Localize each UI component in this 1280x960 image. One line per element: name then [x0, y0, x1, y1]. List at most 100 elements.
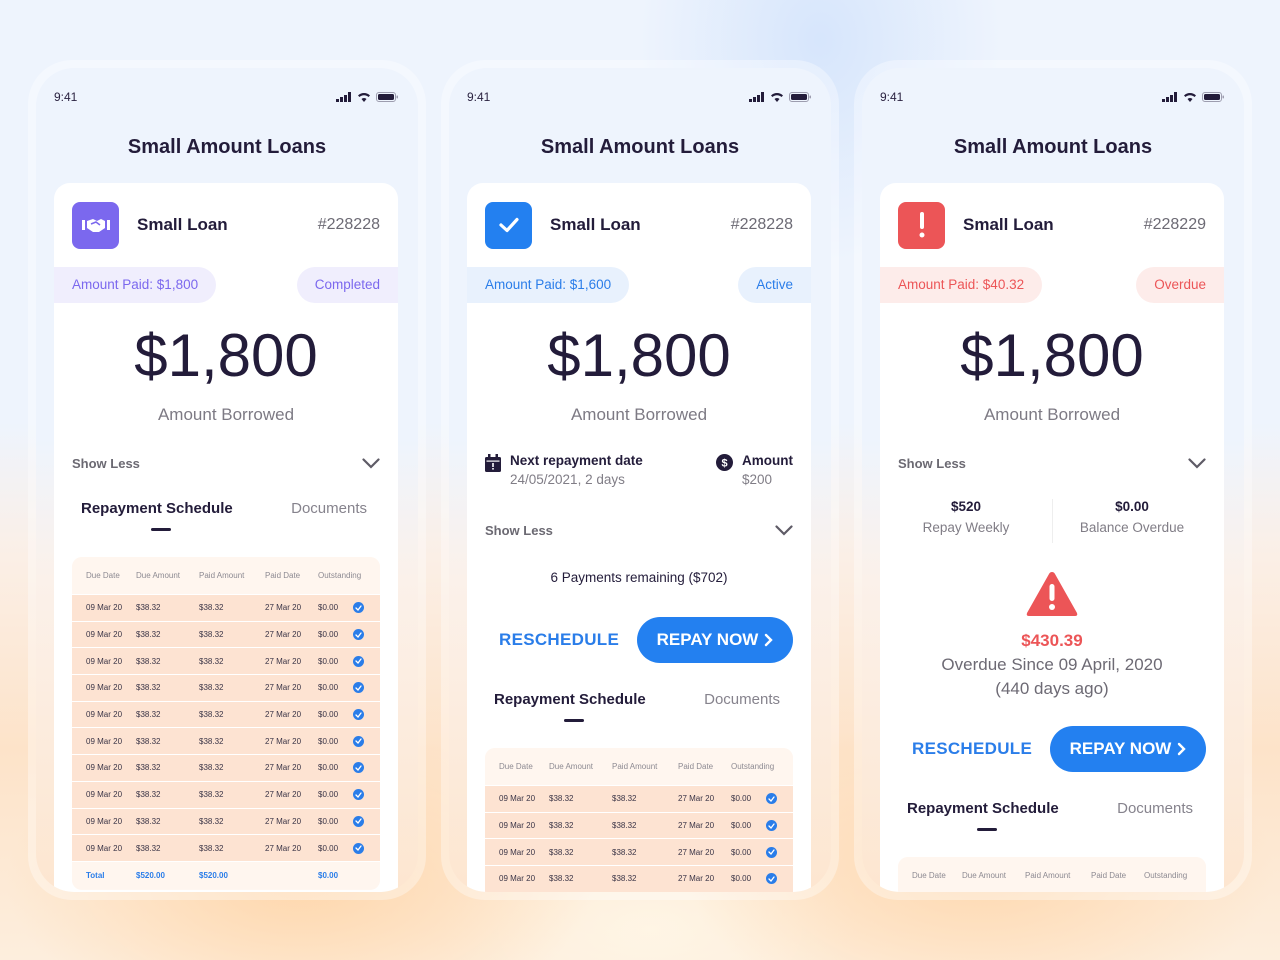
table-cell: 27 Mar 20	[678, 821, 715, 831]
column-header: Due Amount	[549, 762, 594, 771]
loan-name: Small Loan	[963, 215, 1054, 234]
card-header: Small Loan #228228	[72, 201, 380, 249]
check-circle-icon	[353, 762, 364, 774]
status-badge: Completed	[296, 267, 398, 303]
tab-documents[interactable]: Documents	[1117, 800, 1193, 817]
table-cell: 09 Mar 20	[499, 821, 536, 831]
status-bar: 9:41	[54, 90, 398, 104]
column-header: Due Amount	[136, 571, 181, 580]
column-header: Paid Date	[265, 571, 301, 580]
table-cell: 09 Mar 20	[86, 816, 123, 826]
tab-documents[interactable]: Documents	[291, 500, 367, 517]
table-cell: 09 Mar 20	[86, 843, 123, 853]
status-time: 9:41	[54, 90, 78, 104]
amount-borrowed-value: $1,800	[547, 322, 731, 389]
card-header: Small Loan #228228	[485, 201, 793, 249]
table-row[interactable]: 09 Mar 20 $38.32 $38.32 27 Mar 20 $0.00	[485, 866, 793, 892]
show-less-toggle[interactable]: Show Less	[485, 520, 793, 540]
check-circle-icon	[353, 629, 364, 641]
table-row[interactable]: 09 Mar 20 $38.32 $38.32 27 Mar 20 $0.00	[72, 648, 380, 676]
table-cell: 09 Mar 20	[86, 763, 123, 773]
table-row[interactable]: 09 Mar 20 $38.32 $38.32 27 Mar 20 $0.00	[72, 728, 380, 756]
table-cell: $0.00	[318, 790, 339, 800]
tab-active-indicator	[977, 828, 997, 831]
table-cell: $38.32	[136, 603, 161, 613]
table-cell: $0.00	[318, 736, 339, 746]
signal-icon	[336, 92, 351, 102]
table-row[interactable]: 09 Mar 20 $38.32 $38.32 27 Mar 20 $0.00	[72, 621, 380, 649]
tab-repayment-schedule[interactable]: Repayment Schedule	[81, 500, 233, 517]
stat-value: $0.00	[1115, 499, 1149, 514]
check-circle-icon	[353, 735, 364, 747]
table-cell: $38.32	[549, 821, 574, 831]
chevron-down-icon	[775, 524, 793, 536]
check-circle-icon	[353, 602, 364, 614]
total-cell: $520.00	[199, 870, 228, 880]
table-cell: $38.32	[136, 816, 161, 826]
exclamation-icon	[919, 212, 924, 238]
table-row[interactable]: 09 Mar 20 $38.32 $38.32 27 Mar 20 $0.00	[72, 835, 380, 862]
chevron-right-icon	[765, 633, 774, 647]
screen-title: Small Amount Loans	[953, 136, 1153, 158]
column-header: Due Date	[912, 871, 946, 880]
table-row[interactable]: 09 Mar 20 $38.32 $38.32 27 Mar 20 $0.00	[72, 701, 380, 729]
payments-remaining: 6 Payments remaining ($702)	[550, 570, 728, 585]
table-row[interactable]: 09 Mar 20 $38.32 $38.32 27 Mar 20 $0.00	[72, 781, 380, 809]
loan-card: Small Loan #228228 Amount Paid: $1,800 C…	[54, 183, 398, 892]
warning-triangle-icon	[1026, 572, 1078, 616]
check-circle-icon	[766, 846, 777, 858]
table-row[interactable]: 09 Mar 20 $38.32 $38.32 27 Mar 20 $0.00	[72, 595, 380, 622]
table-cell: $38.32	[199, 656, 224, 666]
reschedule-button[interactable]: RESCHEDULE	[499, 617, 619, 663]
table-cell: $38.32	[136, 630, 161, 640]
phone-completed: 9:41 Small Amount Loans Small Loan #2282…	[28, 60, 426, 900]
table-cell: $38.32	[199, 763, 224, 773]
tab-repayment-schedule[interactable]: Repayment Schedule	[494, 691, 646, 708]
screen-title: Small Amount Loans	[540, 136, 740, 158]
tabs: Repayment Schedule Documents	[485, 691, 793, 731]
table-cell: 27 Mar 20	[265, 816, 302, 826]
table-cell: 09 Mar 20	[86, 656, 123, 666]
table-cell: $0.00	[318, 763, 339, 773]
table-cell: 09 Mar 20	[86, 630, 123, 640]
repay-amount-title: Amount	[742, 453, 793, 468]
table-cell: $38.32	[612, 794, 637, 804]
table-cell: 09 Mar 20	[86, 710, 123, 720]
table-row[interactable]: 09 Mar 20 $38.32 $38.32 27 Mar 20 $0.00	[72, 755, 380, 782]
table-row[interactable]: 09 Mar 20 $38.32 $38.32 27 Mar 20 $0.00	[485, 839, 793, 867]
table-cell: $0.00	[731, 821, 752, 831]
amount-borrowed-label: Amount Borrowed	[983, 405, 1121, 424]
table-row[interactable]: 09 Mar 20 $38.32 $38.32 27 Mar 20 $0.00	[485, 812, 793, 840]
tab-active-indicator	[564, 719, 584, 722]
table-cell: 09 Mar 20	[499, 874, 536, 884]
show-less-toggle[interactable]: Show Less	[898, 453, 1206, 473]
table-cell: $38.32	[199, 710, 224, 720]
repay-now-button[interactable]: REPAY NOW	[1050, 726, 1206, 772]
show-less-toggle[interactable]: Show Less	[72, 453, 380, 473]
table-row[interactable]: 09 Mar 20 $38.32 $38.32 27 Mar 20 $0.00	[485, 786, 793, 813]
overdue-amount: $430.39	[1021, 631, 1083, 650]
table-row[interactable]: 09 Mar 20 $38.32 $38.32 27 Mar 20 $0.00	[72, 808, 380, 836]
table-row[interactable]: 09 Mar 20 $38.32 $38.32 27 Mar 20 $0.00	[72, 675, 380, 702]
column-header: Due Amount	[962, 871, 1007, 880]
svg-text:$: $	[721, 458, 727, 470]
reschedule-button[interactable]: RESCHEDULE	[912, 726, 1032, 772]
table-cell: $38.32	[136, 843, 161, 853]
handshake-icon	[81, 219, 110, 232]
column-header: Due Date	[86, 571, 120, 580]
check-icon	[498, 217, 519, 233]
column-header: Paid Amount	[612, 762, 658, 771]
check-circle-icon	[766, 820, 777, 832]
table-cell: $38.32	[136, 790, 161, 800]
show-less-label: Show Less	[485, 522, 553, 538]
tab-repayment-schedule[interactable]: Repayment Schedule	[907, 800, 1059, 817]
tab-documents[interactable]: Documents	[704, 691, 780, 708]
signal-icon	[749, 92, 764, 102]
repay-now-button[interactable]: REPAY NOW	[637, 617, 793, 663]
table-cell: $0.00	[318, 603, 339, 613]
column-header: Paid Amount	[1025, 871, 1071, 880]
table-cell: 27 Mar 20	[678, 794, 715, 804]
table-cell: $0.00	[731, 847, 752, 857]
loan-name: Small Loan	[550, 215, 641, 234]
amount-paid-pill: Amount Paid: $40.32	[880, 267, 1043, 303]
